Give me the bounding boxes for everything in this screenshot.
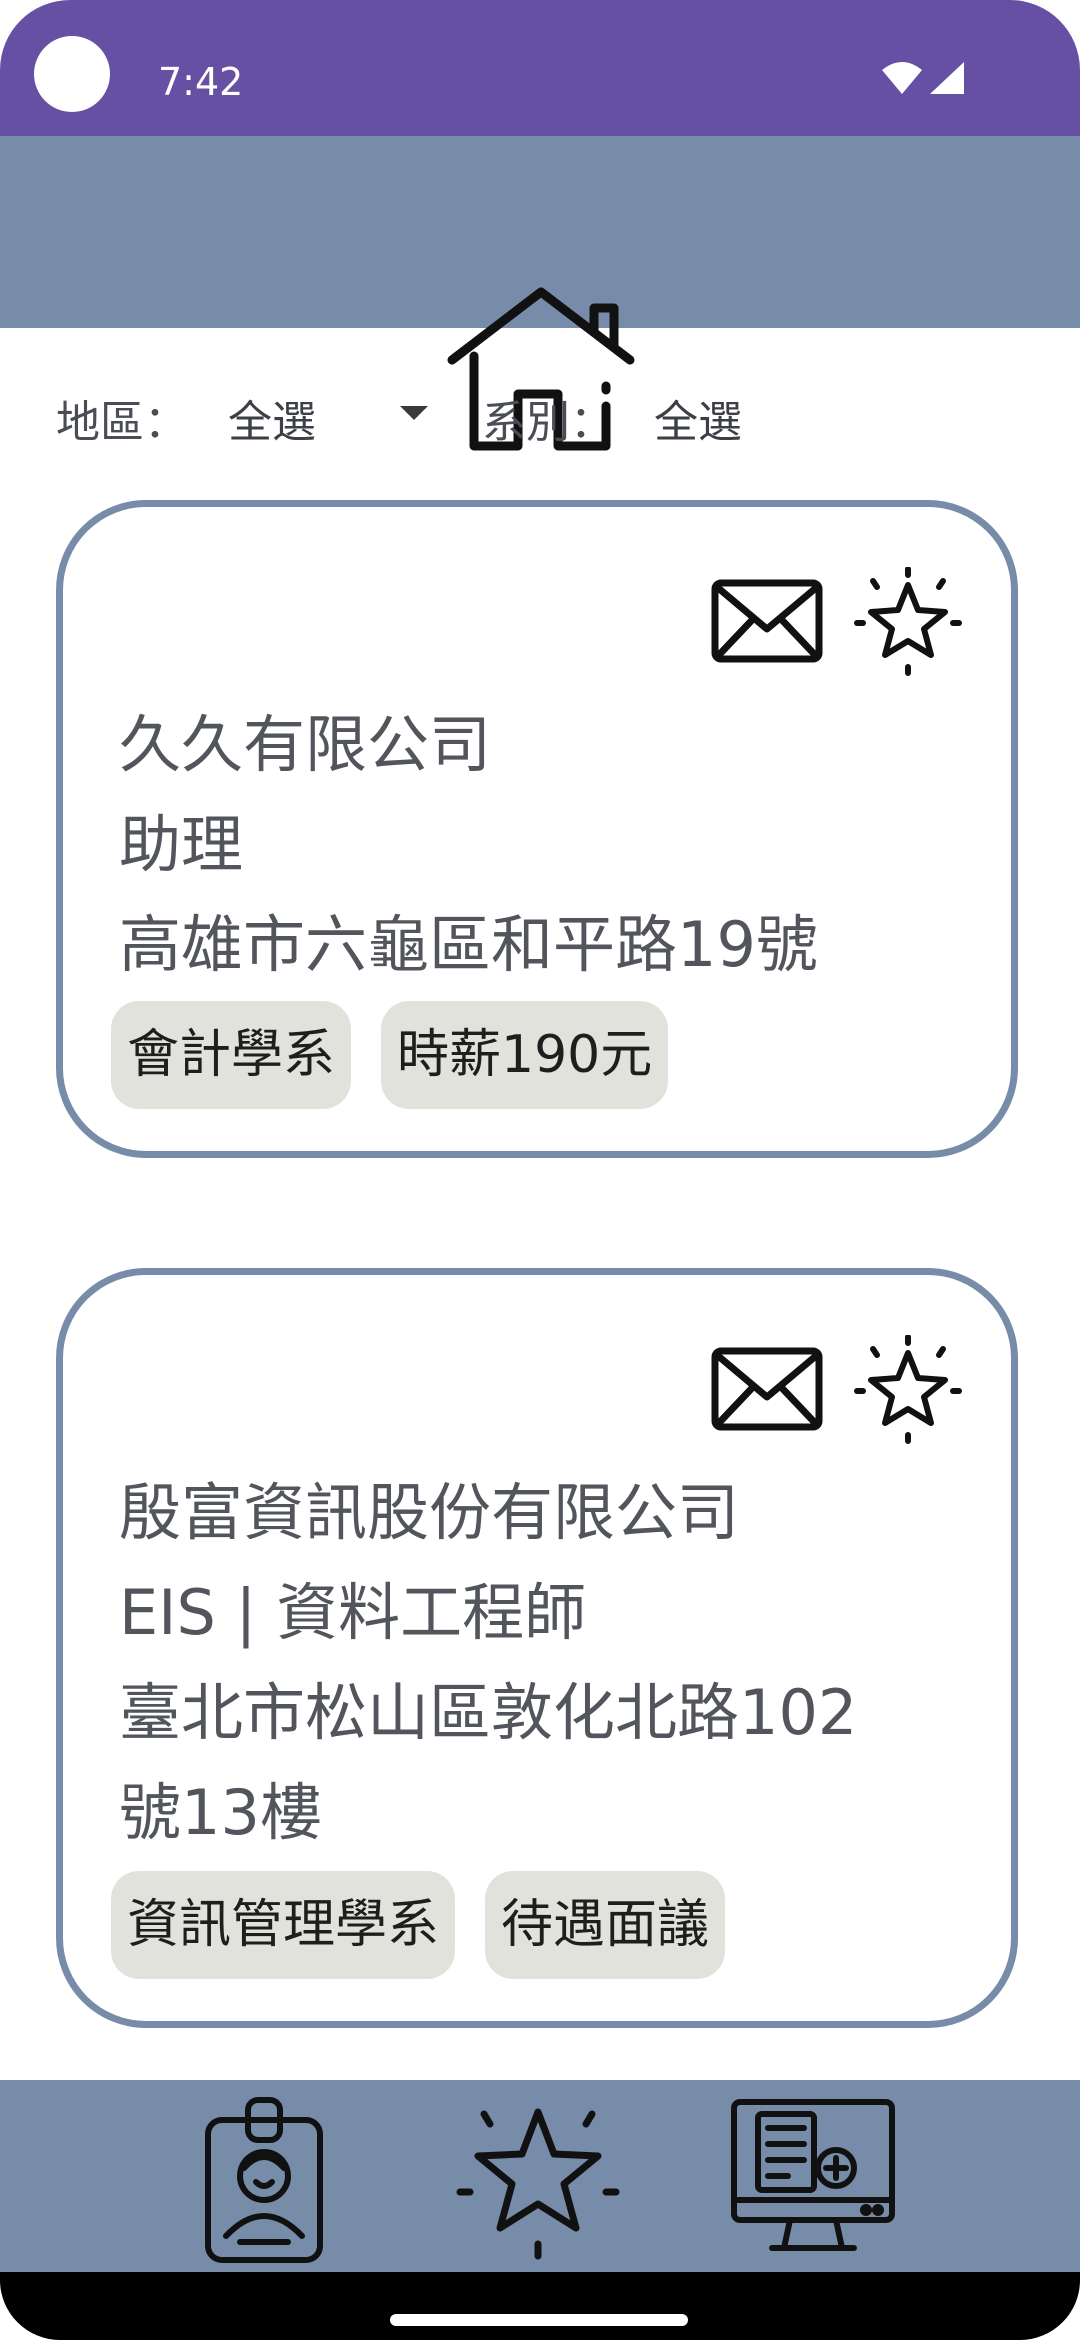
- salary-tag: 時薪190元: [381, 1001, 669, 1109]
- chevron-down-icon[interactable]: [400, 406, 428, 420]
- status-bar: 7:42: [0, 0, 1080, 136]
- department-filter-label: 系別：: [482, 397, 614, 448]
- salary-tag: 待遇面議: [485, 1871, 726, 1979]
- job-address: 高雄市六龜區和平路19號: [119, 908, 818, 981]
- bottom-nav: [0, 2080, 1080, 2272]
- status-time: 7:42: [158, 60, 244, 104]
- mail-icon[interactable]: [711, 579, 823, 667]
- department-tag: 會計學系: [111, 1001, 352, 1109]
- filter-row: 地區： 全選 系別： 全選: [0, 370, 1080, 450]
- company-name: 久久有限公司: [119, 708, 492, 781]
- job-card[interactable]: 殷富資訊股份有限公司 EIS | 資料工程師 臺北市松山區敦化北路102 號13…: [56, 1268, 1018, 2028]
- department-filter-select[interactable]: 全選: [654, 386, 742, 450]
- favorite-star-icon[interactable]: [853, 566, 963, 681]
- system-nav-bar: [0, 2272, 1080, 2340]
- profile-badge-icon[interactable]: [200, 2096, 330, 2268]
- favorite-star-icon[interactable]: [853, 1334, 963, 1449]
- region-filter-select[interactable]: 全選: [228, 386, 316, 450]
- app-header: [0, 136, 1080, 451]
- wifi-icon: [882, 62, 964, 94]
- job-position: 助理: [119, 808, 244, 881]
- tag-list: 資訊管理學系 待遇面議: [111, 1871, 726, 1979]
- tag-list: 會計學系 時薪190元: [111, 1001, 669, 1109]
- department-tag: 資訊管理學系: [111, 1871, 456, 1979]
- camera-cutout: [34, 36, 110, 112]
- job-position: EIS | 資料工程師: [119, 1576, 587, 1649]
- favorites-star-icon[interactable]: [450, 2096, 626, 2268]
- region-filter-label: 地區：: [56, 397, 188, 448]
- status-icons: [880, 60, 970, 104]
- job-address: 臺北市松山區敦化北路102: [119, 1676, 858, 1749]
- mail-icon[interactable]: [711, 1347, 823, 1435]
- home-indicator[interactable]: [390, 2314, 688, 2326]
- job-card[interactable]: 久久有限公司 助理 高雄市六龜區和平路19號 會計學系 時薪190元: [56, 500, 1018, 1158]
- computer-resume-icon[interactable]: [728, 2096, 898, 2268]
- company-name: 殷富資訊股份有限公司: [119, 1476, 740, 1549]
- job-address-continued: 號13樓: [119, 1776, 322, 1849]
